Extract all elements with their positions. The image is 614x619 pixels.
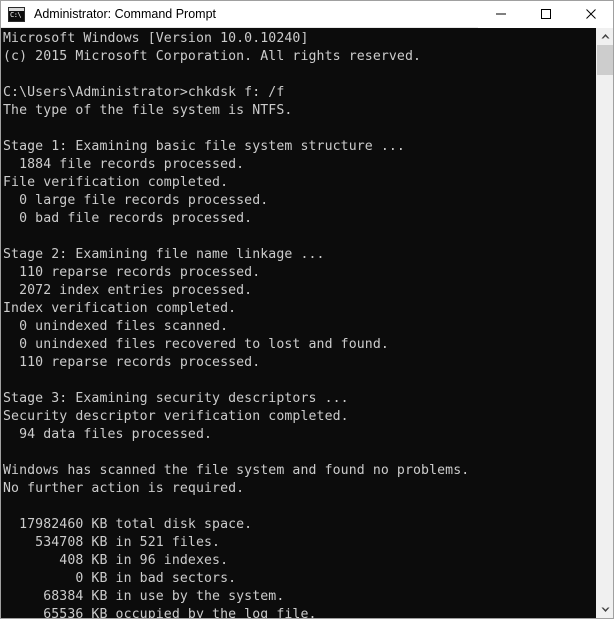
console-line: 110 reparse records processed. [3,355,261,370]
minimize-button[interactable] [478,1,523,28]
scrollbar-thumb[interactable] [597,45,613,75]
console-line: Index verification completed. [3,301,237,316]
scroll-up-button[interactable] [597,28,613,45]
vertical-scrollbar[interactable] [596,28,613,618]
scroll-down-button[interactable] [597,601,613,618]
console-icon: C:\ [8,6,25,22]
close-icon [585,9,596,19]
window-controls [478,1,613,28]
console-line: File verification completed. [3,175,229,190]
console-line: 0 unindexed files recovered to lost and … [3,337,389,352]
console-line: Microsoft Windows [Version 10.0.10240] [3,31,309,46]
console-line: 68384 KB in use by the system. [3,589,285,604]
console-line: Stage 1: Examining basic file system str… [3,139,405,154]
console-line: Stage 3: Examining security descriptors … [3,391,349,406]
console-line: 65536 KB occupied by the log file. [3,607,317,618]
console-line: The type of the file system is NTFS. [3,103,293,118]
console-line: 2072 index entries processed. [3,283,253,298]
console-line: 0 KB in bad sectors. [3,571,237,586]
chevron-up-icon [601,34,609,39]
console-line: Stage 2: Examining file name linkage ... [3,247,325,262]
console-line: 110 reparse records processed. [3,265,261,280]
console-line: 0 unindexed files scanned. [3,319,229,334]
console-icon-glyph: C:\ [10,10,22,19]
title-bar[interactable]: C:\ Administrator: Command Prompt [1,1,613,28]
console-line: 1884 file records processed. [3,157,245,172]
console-line: Windows has scanned the file system and … [3,463,470,478]
maximize-icon [540,9,551,19]
console-line: 408 KB in 96 indexes. [3,553,229,568]
scrollbar-track[interactable] [597,45,613,601]
minimize-icon [495,13,506,15]
window-title: Administrator: Command Prompt [34,7,217,21]
console-line: No further action is required. [3,481,245,496]
console-line: (c) 2015 Microsoft Corporation. All righ… [3,49,422,64]
command-prompt-window: C:\ Administrator: Command Prompt Micros… [0,0,614,619]
console-line: 0 large file records processed. [3,193,269,208]
console-line: 17982460 KB total disk space. [3,517,253,532]
console-output[interactable]: Microsoft Windows [Version 10.0.10240] (c… [1,28,596,618]
console-line: Security descriptor verification complet… [3,409,349,424]
close-button[interactable] [568,1,613,28]
console-line: 534708 KB in 521 files. [3,535,221,550]
console-line: 94 data files processed. [3,427,213,442]
window-body: Microsoft Windows [Version 10.0.10240] (c… [1,28,613,618]
chevron-down-icon [601,607,609,612]
maximize-button[interactable] [523,1,568,28]
console-line: 0 bad file records processed. [3,211,253,226]
console-line: C:\Users\Administrator>chkdsk f: /f [3,85,285,100]
